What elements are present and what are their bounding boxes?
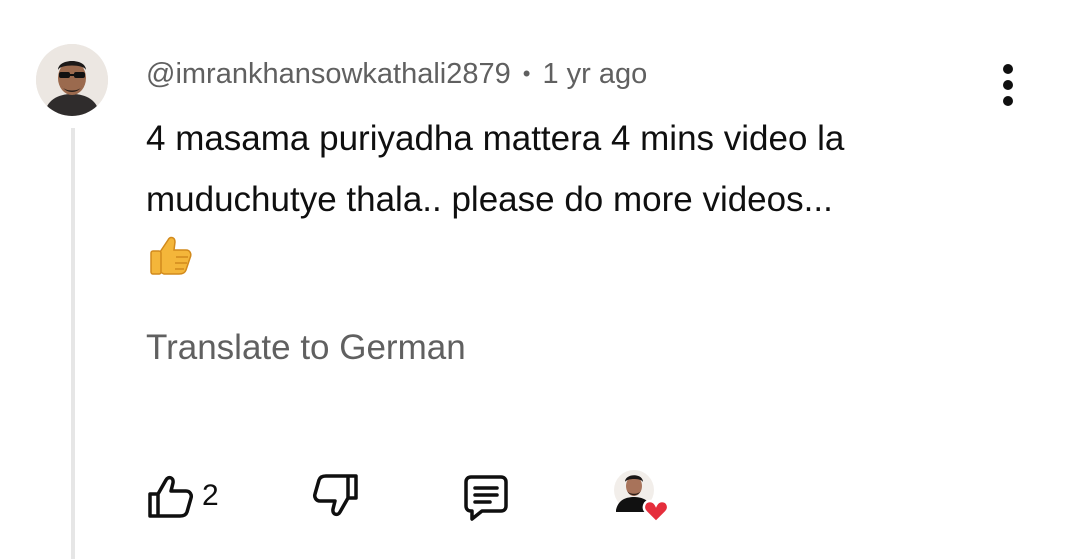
avatar[interactable] [36, 44, 108, 116]
comment-header: @imrankhansowkathali2879 • 1 yr ago [146, 56, 647, 92]
header-separator: • [522, 61, 531, 86]
more-vert-icon [1003, 64, 1013, 74]
comment-timestamp: 1 yr ago [542, 57, 648, 90]
comment-actions: 2 [0, 462, 1080, 532]
comment-text-line: muduchutye thala.. please do more videos… [146, 180, 833, 219]
thumbs-down-icon [313, 474, 358, 517]
comment-text-line: 4 masama puriyadha mattera 4 mins video … [146, 119, 845, 158]
comment-icon [464, 475, 508, 521]
dislike-button[interactable] [312, 472, 360, 520]
like-button[interactable]: 2 [146, 472, 219, 520]
comment-author[interactable]: @imrankhansowkathali2879 [146, 58, 511, 91]
thumbs-up-emoji-icon [146, 230, 194, 278]
thumbs-up-icon [148, 475, 193, 518]
like-count: 2 [202, 479, 219, 512]
translate-link[interactable]: Translate to German [146, 328, 466, 368]
creator-heart-icon [614, 470, 670, 524]
reply-button[interactable] [460, 472, 512, 524]
comment-text: 4 masama puriyadha mattera 4 mins video … [146, 108, 1006, 230]
creator-heart-badge [610, 466, 670, 526]
more-options-button[interactable] [990, 60, 1026, 110]
user-avatar-icon [36, 44, 108, 116]
